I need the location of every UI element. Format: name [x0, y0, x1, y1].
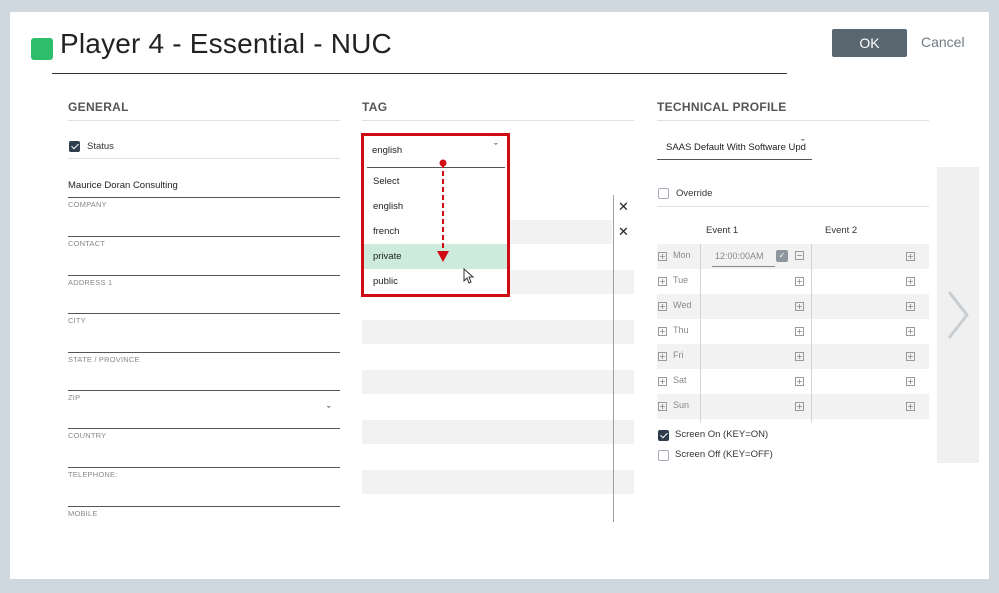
general-section-rule	[68, 120, 340, 121]
field-label: COMPANY	[68, 200, 107, 209]
profile-select-underline	[657, 159, 812, 160]
schedule-row	[657, 394, 929, 419]
expand-day-icon[interactable]: +	[658, 327, 667, 336]
general-section-title: GENERAL	[68, 100, 129, 114]
expand-day-icon[interactable]: +	[658, 352, 667, 361]
add-event-icon[interactable]: +	[795, 327, 804, 336]
screen-off-label: Screen Off (KEY=OFF)	[675, 449, 773, 460]
tag-section-rule	[362, 120, 634, 121]
mon-event1-time[interactable]: 12:00:00AM	[715, 251, 764, 261]
expand-day-icon[interactable]: +	[658, 377, 667, 386]
chevron-down-icon[interactable]: ˇ	[494, 142, 498, 154]
tag-row	[362, 320, 634, 344]
override-checkbox[interactable]	[658, 188, 669, 199]
schedule-row	[657, 244, 929, 269]
add-event-icon[interactable]: +	[906, 327, 915, 336]
title-divider	[52, 73, 787, 74]
add-event-icon[interactable]: +	[795, 377, 804, 386]
status-label: Status	[87, 141, 114, 152]
field-underline[interactable]	[68, 275, 340, 276]
expand-day-icon[interactable]: +	[658, 402, 667, 411]
tag-row	[362, 470, 634, 494]
tag-select-value[interactable]: english	[372, 145, 402, 156]
schedule-row	[657, 294, 929, 319]
add-event-icon[interactable]: +	[795, 402, 804, 411]
add-event-icon[interactable]: +	[795, 352, 804, 361]
add-event-icon[interactable]: +	[906, 252, 915, 261]
tag-list-divider	[613, 195, 614, 522]
add-event-icon[interactable]: +	[906, 302, 915, 311]
chevron-down-icon[interactable]: ˇ	[327, 405, 331, 417]
override-label: Override	[676, 188, 713, 199]
minus-icon[interactable]: −	[795, 251, 804, 260]
screen-off-checkbox[interactable]	[658, 450, 669, 461]
confirm-time-icon[interactable]: ✓	[776, 250, 788, 262]
time-underline	[712, 266, 775, 267]
field-underline[interactable]	[68, 390, 340, 391]
chevron-right-icon[interactable]	[945, 290, 971, 340]
ok-button[interactable]: OK	[832, 29, 907, 57]
day-label: Thu	[673, 325, 689, 335]
override-rule	[657, 206, 929, 207]
add-event-icon[interactable]: +	[906, 377, 915, 386]
screen-on-checkbox[interactable]	[658, 430, 669, 441]
field-label: COUNTRY	[68, 431, 107, 440]
technical-profile-section-title: TECHNICAL PROFILE	[657, 100, 787, 114]
day-label: Fri	[673, 350, 684, 360]
chevron-down-icon[interactable]: ˇ	[801, 138, 805, 150]
schedule-row	[657, 344, 929, 369]
add-event-icon[interactable]: +	[795, 302, 804, 311]
field-underline[interactable]	[68, 467, 340, 468]
remove-tag-icon[interactable]: ✕	[618, 200, 629, 215]
day-label: Tue	[673, 275, 689, 285]
tag-row	[362, 370, 634, 394]
next-panel[interactable]	[937, 167, 979, 463]
field-underline[interactable]	[68, 197, 340, 198]
schedule-divider	[700, 244, 701, 422]
field-label: MOBILE	[68, 509, 98, 518]
event-2-header: Event 2	[825, 225, 858, 236]
field-underline[interactable]	[68, 428, 340, 429]
field-underline[interactable]	[68, 236, 340, 237]
field-label: TELEPHONE:	[68, 470, 118, 479]
field-underline[interactable]	[68, 506, 340, 507]
player-settings-dialog: Player 4 - Essential - NUC OK Cancel GEN…	[10, 12, 989, 579]
status-rule	[68, 158, 340, 159]
day-label: Sun	[673, 400, 690, 410]
field-label: ADDRESS 1	[68, 278, 113, 287]
schedule-divider	[811, 244, 812, 422]
field-label: ZIP	[68, 393, 81, 402]
field-label: CONTACT	[68, 239, 106, 248]
day-label: Mon	[673, 250, 691, 260]
day-label: Sat	[673, 375, 687, 385]
field-underline[interactable]	[68, 313, 340, 314]
tag-section-title: TAG	[362, 100, 388, 114]
field-label: CITY	[68, 316, 86, 325]
expand-day-icon[interactable]: +	[658, 302, 667, 311]
tag-option[interactable]: public	[364, 269, 507, 294]
tag-row	[362, 420, 634, 444]
field-underline[interactable]	[68, 352, 340, 353]
status-checkbox[interactable]	[69, 141, 80, 152]
expand-day-icon[interactable]: +	[658, 252, 667, 261]
cursor-icon	[463, 268, 475, 284]
profile-select-value[interactable]: SAAS Default With Software Upd	[666, 142, 806, 153]
cancel-button[interactable]: Cancel	[921, 34, 965, 50]
add-event-icon[interactable]: +	[906, 352, 915, 361]
add-event-icon[interactable]: +	[906, 277, 915, 286]
add-event-icon[interactable]: +	[906, 402, 915, 411]
remove-tag-icon[interactable]: ✕	[618, 225, 629, 240]
expand-day-icon[interactable]: +	[658, 277, 667, 286]
page-title: Player 4 - Essential - NUC	[60, 28, 392, 59]
status-indicator	[31, 38, 53, 60]
day-label: Wed	[673, 300, 692, 310]
tag-dropdown[interactable]: english ˇ Select english french private publ…	[361, 133, 510, 297]
drag-arrow-annotation	[437, 159, 449, 262]
technical-profile-section-rule	[657, 120, 929, 121]
field-value[interactable]: Maurice Doran Consulting	[68, 180, 178, 191]
field-label: STATE / PROVINCE	[68, 355, 140, 364]
event-1-header: Event 1	[706, 225, 739, 236]
screen-on-label: Screen On (KEY=ON)	[675, 429, 769, 440]
add-event-icon[interactable]: +	[795, 277, 804, 286]
